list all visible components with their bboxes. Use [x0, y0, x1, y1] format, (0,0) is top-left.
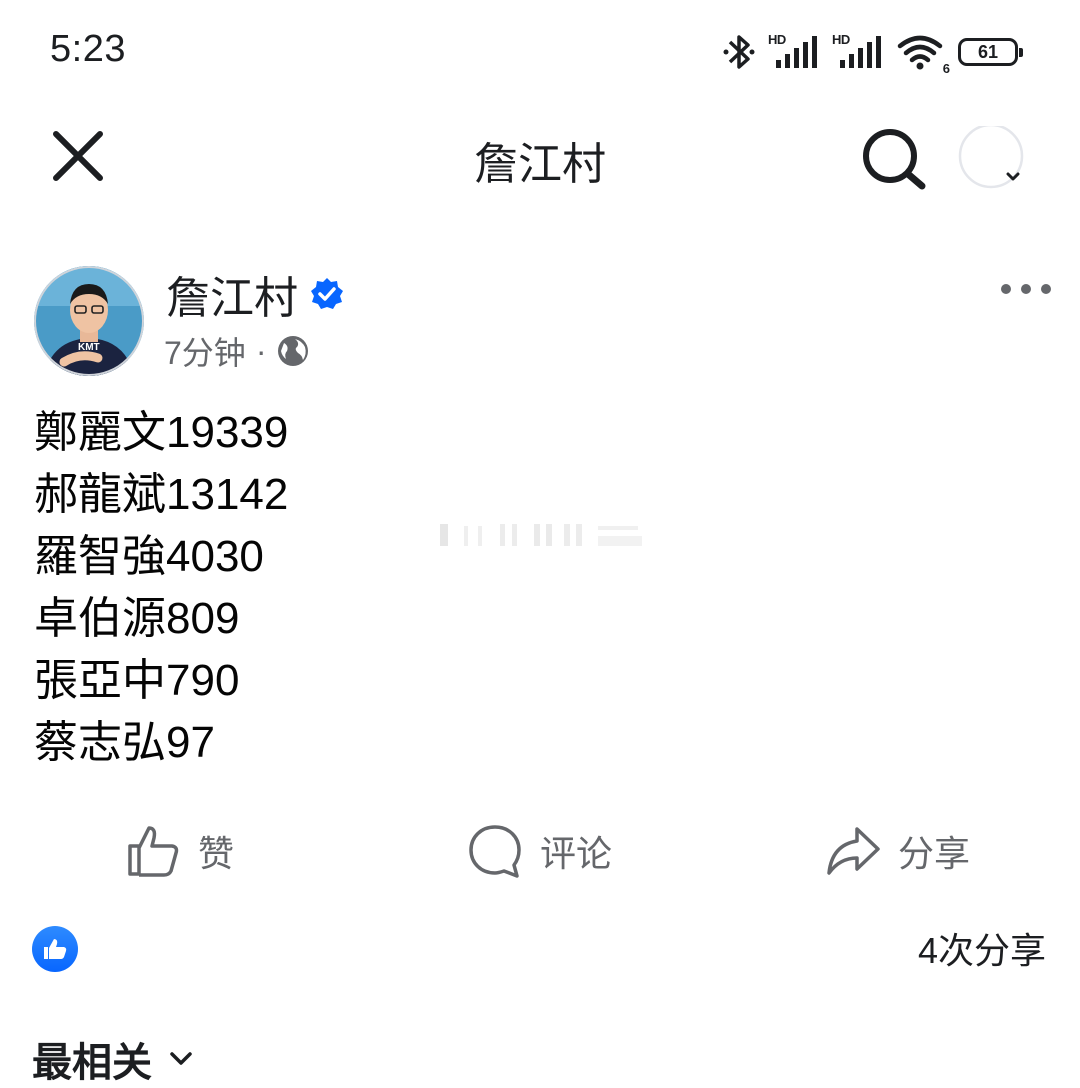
avatar[interactable]: KMT [34, 266, 144, 376]
author-name[interactable]: 詹江村 [166, 262, 298, 326]
comment-button[interactable]: 评论 [466, 818, 612, 884]
status-time: 5:23 [50, 28, 126, 70]
post-actions: 赞 评论 分享 [0, 818, 1080, 884]
wifi-icon: 6 [896, 32, 950, 76]
post-time[interactable]: 7分钟 [164, 328, 246, 374]
sort-label: 最相关 [32, 1041, 152, 1085]
post-line: 卓伯源809 [34, 594, 240, 643]
share-label: 分享 [898, 833, 971, 874]
post-author[interactable]: 詹江村 [166, 262, 344, 326]
like-button[interactable]: 赞 [124, 818, 234, 884]
profile-menu-icon [958, 123, 1024, 189]
comment-sort-dropdown[interactable]: 最相关 [32, 1030, 194, 1088]
like-label: 赞 [198, 833, 235, 874]
search-button[interactable] [858, 124, 930, 196]
share-arrow-icon [827, 827, 880, 875]
more-dots-icon [1001, 284, 1051, 294]
more-options-button[interactable] [996, 272, 1056, 306]
post-line: 鄭麗文19339 [34, 408, 289, 457]
cellular-signal-icon-2: HD [832, 32, 884, 72]
share-count[interactable]: 4次分享 [918, 922, 1046, 974]
faint-artifact [438, 520, 648, 550]
share-button[interactable]: 分享 [824, 818, 970, 884]
globe-icon [278, 336, 309, 366]
like-reaction-icon[interactable] [32, 926, 78, 972]
post-line: 張亞中790 [34, 656, 240, 705]
comment-bubble-icon [469, 825, 521, 878]
post-text: 鄭麗文19339 郝龍斌13142 羅智強4030 卓伯源809 張亞中790 … [34, 402, 288, 774]
post-line: 郝龍斌13142 [34, 470, 289, 519]
battery-indicator: 61 [958, 38, 1023, 66]
profile-menu-button[interactable] [958, 123, 1028, 190]
post-meta: 7分钟 · [164, 328, 310, 374]
search-icon [863, 129, 926, 190]
meta-separator: · [255, 332, 267, 369]
post-line: 羅智強4030 [34, 532, 264, 581]
verified-badge-icon [311, 278, 343, 309]
svg-text:KMT: KMT [78, 342, 100, 353]
thumbs-up-icon [128, 826, 179, 877]
comment-label: 评论 [540, 833, 613, 874]
status-icons: HD HD 6 61 [722, 30, 1023, 76]
chevron-down-icon [170, 1052, 192, 1065]
bluetooth-icon [723, 35, 755, 69]
cellular-signal-icon: HD [768, 32, 820, 72]
post-line: 蔡志弘97 [34, 718, 215, 767]
